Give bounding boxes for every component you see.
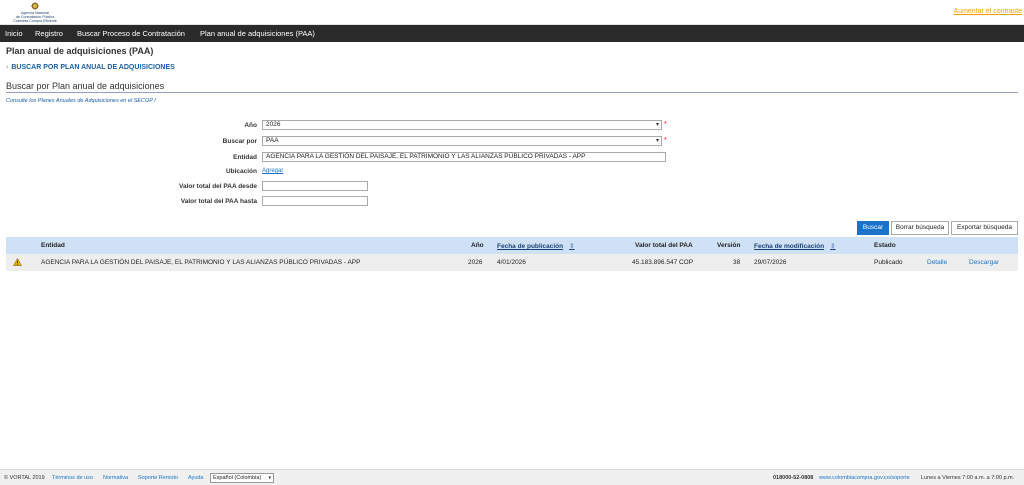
col-status: Estado (874, 242, 896, 249)
footer-link-terms[interactable]: Términos de uso (52, 475, 93, 481)
search-button[interactable]: Buscar (857, 221, 889, 235)
year-label: Año (244, 122, 257, 129)
entity-label: Entidad (233, 154, 257, 161)
nav-item-buscar-proceso[interactable]: Buscar Proceso de Contratación (77, 29, 185, 38)
col-year: Año (471, 242, 484, 249)
col-pub-date-label: Fecha de publicación (497, 243, 564, 250)
search-paa-link-label: BUSCAR POR PLAN ANUAL DE ADQUISICIONES (11, 64, 175, 71)
detail-link[interactable]: Detalle (927, 259, 947, 266)
cell-status: Publicado (874, 259, 903, 266)
add-location-link[interactable]: Agregar (262, 168, 283, 174)
col-mod-date-label: Fecha de modificación (754, 243, 825, 250)
sort-icon: ⇕ (569, 243, 575, 250)
page-title: Plan anual de adquisiciones (PAA) (6, 46, 154, 56)
total-from-label: Valor total del PAA desde (178, 183, 257, 190)
support-hours: Lunes a Viernes 7:00 a.m. a 7:00 p.m. (921, 475, 1015, 481)
export-search-button[interactable]: Exportar búsqueda (951, 221, 1018, 235)
col-pub-date-sort[interactable]: Fecha de publicación ⇕ (497, 242, 575, 250)
cell-mod-date: 29/07/2026 (754, 259, 787, 266)
search-paa-link[interactable]: › BUSCAR POR PLAN ANUAL DE ADQUISICIONES (6, 64, 175, 71)
col-total: Valor total del PAA (635, 242, 693, 249)
nav-item-registro[interactable]: Registro (35, 29, 63, 38)
search-by-label: Buscar por (222, 138, 257, 145)
year-value: 2026 (266, 121, 281, 128)
section-heading: Buscar por Plan anual de adquisiciones (6, 81, 1018, 93)
results-table-header: Entidad Año Fecha de publicación ⇕ Valor … (6, 237, 1018, 254)
sort-icon: ⇕ (830, 243, 836, 250)
year-select[interactable]: 2026 ▾ (262, 120, 662, 130)
chevron-down-icon: ▾ (655, 138, 659, 144)
chevron-down-icon: ▾ (268, 475, 271, 481)
download-link[interactable]: Descargar (969, 259, 999, 266)
nav-item-paa[interactable]: Plan anual de adquisiciones (PAA) (200, 29, 315, 38)
footer-link-normativa[interactable]: Normativa (103, 475, 128, 481)
coat-of-arms-icon (31, 2, 39, 10)
footer-link-ayuda[interactable]: Ayuda (188, 475, 204, 481)
col-entity: Entidad (41, 242, 65, 249)
required-marker: * (664, 137, 667, 144)
col-mod-date-sort[interactable]: Fecha de modificación ⇕ (754, 242, 836, 250)
cell-year: 2026 (468, 259, 483, 266)
required-marker: * (664, 121, 667, 128)
cell-total: 45.183.896.547 COP (632, 259, 694, 266)
footer-link-soporte-remoto[interactable]: Soporte Remoto (138, 475, 178, 481)
total-to-input[interactable] (262, 196, 368, 206)
warning-icon (13, 258, 22, 266)
page-footer: © VORTAL 2019 Términos de uso Normativa … (0, 469, 1024, 485)
total-from-input[interactable] (262, 181, 368, 191)
contrast-link[interactable]: Aumentar el contraste (954, 8, 1022, 15)
logo-line-3: Colombia Compra Eficiente (13, 19, 57, 23)
cell-pub-date: 4/01/2026 (497, 259, 526, 266)
top-header: Agencia Nacional de Contratación Pública… (0, 0, 1024, 25)
support-phone: 018000-52-0808 (773, 475, 814, 481)
nav-item-inicio[interactable]: Inicio (5, 29, 23, 38)
main-nav: Inicio Registro Buscar Proceso de Contra… (0, 25, 1024, 42)
table-row: AGENCIA PARA LA GESTIÓN DEL PAISAJE, EL … (6, 254, 1018, 271)
copyright-text: © VORTAL 2019 (4, 475, 45, 481)
language-select[interactable]: Español (Colombia) ▾ (210, 473, 274, 483)
cell-version: 38 (733, 259, 741, 266)
search-by-value: PAA (266, 137, 279, 144)
entity-input[interactable]: AGENCIA PARA LA GESTIÓN DEL PAISAJE, EL … (262, 152, 666, 162)
language-value: Español (Colombia) (213, 475, 262, 481)
total-to-label: Valor total del PAA hasta (180, 198, 257, 205)
support-url-link[interactable]: www.colombiacompra.gov.co/soporte (819, 475, 910, 481)
search-by-select[interactable]: PAA ▾ (262, 136, 662, 146)
secop-note-link[interactable]: Consulte los Planes Anuales de Adquisici… (6, 98, 156, 104)
agency-logo[interactable]: Agencia Nacional de Contratación Pública… (4, 2, 66, 23)
chevron-down-icon: ▾ (655, 122, 659, 128)
chevron-right-icon: › (6, 64, 9, 71)
cell-entity: AGENCIA PARA LA GESTIÓN DEL PAISAJE, EL … (41, 259, 361, 266)
location-label: Ubicación (225, 168, 257, 175)
col-version: Versión (717, 242, 741, 249)
clear-search-button[interactable]: Borrar búsqueda (891, 221, 949, 235)
